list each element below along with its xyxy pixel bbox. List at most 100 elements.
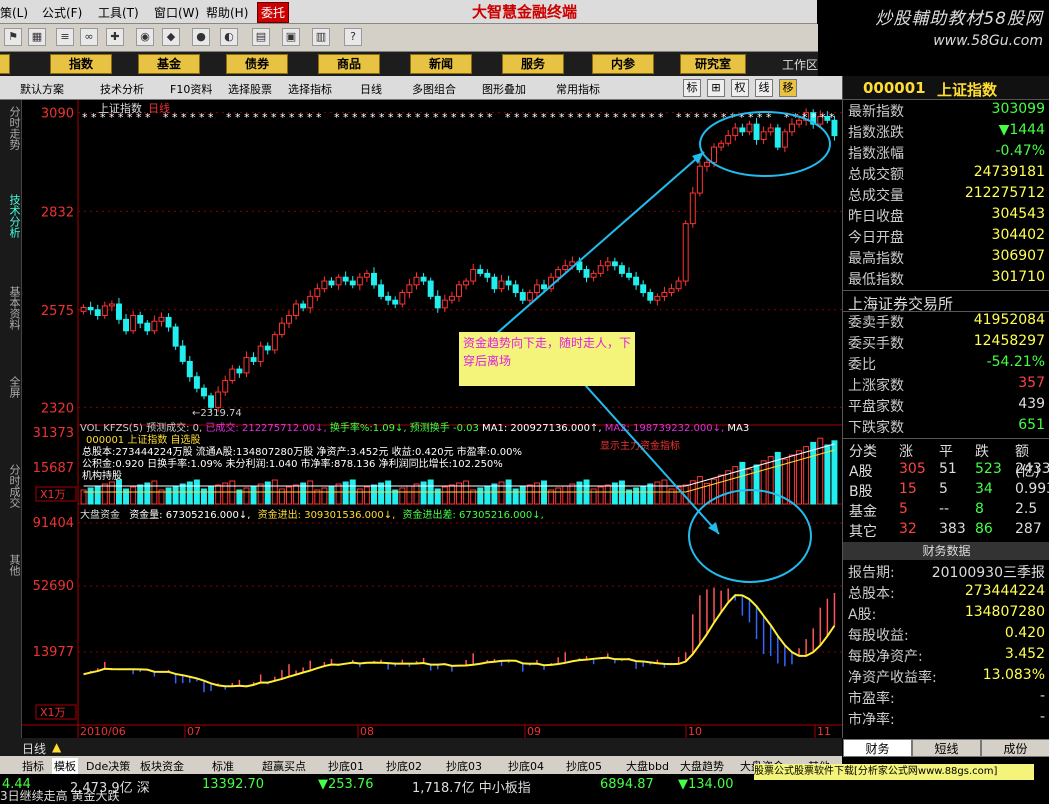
menu-item-help[interactable]: 帮助(H)	[206, 4, 248, 21]
rocket-icon[interactable]: ●	[192, 28, 210, 46]
chart-toolbar: 默认方案 技术分析 F10资料 选择股票 选择指标 日线 多图组合 图形叠加 常…	[0, 76, 842, 100]
warning-icon[interactable]: ◆	[162, 28, 180, 46]
volume-bar	[293, 484, 300, 505]
candle-body	[689, 192, 696, 225]
nav-research[interactable]: 研究室	[680, 54, 746, 74]
indicator-tab[interactable]: Dde决策	[86, 758, 130, 774]
candle-body	[661, 292, 668, 297]
nav-news[interactable]: 新闻	[410, 54, 472, 74]
menu-item-tools[interactable]: 工具(T)	[98, 4, 139, 21]
nav-service[interactable]: 服务	[502, 54, 564, 74]
candle-body	[668, 288, 675, 294]
grid-icon[interactable]: ▦	[28, 28, 46, 46]
indicator-tab[interactable]: 模板	[52, 758, 78, 774]
flag-icon[interactable]: ⚑	[4, 28, 22, 46]
panel-tab-1[interactable]: 短线	[912, 739, 981, 757]
tech-analysis-dropdown[interactable]: 技术分析	[100, 81, 144, 97]
tab-intraday[interactable]: 分时走势	[1, 106, 21, 150]
nav-fund[interactable]: 基金	[138, 54, 200, 74]
panel-tab-0[interactable]: 财务	[843, 739, 912, 757]
signal-marker: *	[397, 111, 403, 124]
ad-banner[interactable]: 股票公式股票软件下载[分析家公式网www.88gs.com]	[754, 764, 1034, 780]
print-icon[interactable]: ▤	[252, 28, 270, 46]
volume-bar	[477, 487, 484, 505]
menu-item-formula[interactable]: 公式(F)	[42, 4, 82, 21]
ticker-news[interactable]: 3日继续走高 黄金大跌	[0, 787, 119, 804]
candle-body	[243, 357, 250, 374]
indicator-tab[interactable]: 大盘bbd	[626, 758, 669, 774]
list-icon[interactable]: ≡	[56, 28, 74, 46]
indicator-tab[interactable]: 抄底01	[328, 758, 364, 774]
indicator-tab[interactable]: 指标	[22, 758, 44, 774]
signal-marker: *	[208, 111, 214, 124]
volume-bar	[760, 460, 767, 505]
volume-bar	[186, 481, 193, 505]
indicator-tab[interactable]: 抄底03	[446, 758, 482, 774]
period-up-icon[interactable]: ▲	[52, 740, 61, 754]
tab-technical[interactable]: 技术分析	[1, 194, 21, 238]
vol-unit: X1万	[40, 488, 66, 501]
fin-value: 20100930三季报	[931, 565, 1045, 581]
chart-area[interactable]: 3090 2832 2575 2320 31373 15687 91404 52690 1397…	[22, 100, 842, 738]
x-tick-label: 08	[360, 725, 374, 738]
overlay-dropdown[interactable]: 图形叠加	[482, 81, 526, 97]
candle-body	[675, 280, 682, 290]
switch-line[interactable]: 线	[755, 79, 773, 97]
f10-button[interactable]: F10资料	[170, 81, 212, 97]
daily-period-dropdown[interactable]: 日线	[360, 81, 382, 97]
multi-chart-dropdown[interactable]: 多图组合	[412, 81, 456, 97]
switch-grid[interactable]: ⊞	[707, 79, 725, 97]
binoculars-icon[interactable]: ∞	[80, 28, 98, 46]
fin-row: 每股收益: 0.420	[843, 625, 1049, 646]
candle-body	[682, 223, 689, 282]
tab-other[interactable]: 其他	[1, 554, 21, 576]
books-icon[interactable]: ▥	[312, 28, 330, 46]
fin-label: A股:	[848, 607, 877, 623]
menu-item-strategy[interactable]: 策(L)	[0, 4, 28, 21]
window-icon[interactable]: ▣	[282, 28, 300, 46]
globe-icon[interactable]: ◐	[220, 28, 238, 46]
quote-row: 指数涨跌 ▼1444	[843, 122, 1049, 143]
entrust-button[interactable]: 委托	[257, 2, 290, 23]
candle-body	[654, 295, 661, 301]
default-scheme-dropdown[interactable]: 默认方案	[20, 81, 64, 97]
fin-label: 每股净资产:	[848, 649, 923, 665]
switch-mark[interactable]: 标	[683, 79, 701, 97]
help-cursor-icon[interactable]: ?	[344, 28, 362, 46]
indicator-tab[interactable]: 抄底04	[508, 758, 544, 774]
breadth-cell: 51	[939, 461, 957, 477]
nav-insider[interactable]: 内参	[592, 54, 654, 74]
common-indicator-dropdown[interactable]: 常用指标	[556, 81, 600, 97]
select-indicator-button[interactable]: 选择指标	[288, 81, 332, 97]
nav-bond[interactable]: 债券	[226, 54, 288, 74]
candle-body	[257, 345, 264, 362]
tab-fullscreen[interactable]: 全屏	[1, 376, 21, 398]
nav-stock[interactable]: 股	[0, 54, 10, 74]
pin-icon[interactable]: ✚	[106, 28, 124, 46]
volume-bar	[739, 461, 746, 505]
select-stock-button[interactable]: 选择股票	[228, 81, 272, 97]
indicator-tab[interactable]: 抄底02	[386, 758, 422, 774]
volume-bar	[576, 481, 583, 505]
alarm-icon[interactable]: ◉	[136, 28, 154, 46]
volume-bar	[406, 485, 413, 505]
nav-index[interactable]: 指数	[50, 54, 112, 74]
volume-bar	[484, 485, 491, 505]
indicator-tab[interactable]: 标准	[212, 758, 234, 774]
workarea-label[interactable]: 工作区	[782, 56, 818, 73]
indicator-tab[interactable]: 板块资金	[140, 758, 184, 774]
switch-right[interactable]: 权	[731, 79, 749, 97]
nav-commodity[interactable]: 商品	[318, 54, 380, 74]
candle-body	[647, 292, 654, 301]
book-row: 委比 -54.21%	[843, 354, 1049, 375]
switch-move[interactable]: 移	[779, 79, 797, 97]
panel-tab-2[interactable]: 成份	[981, 739, 1049, 757]
indicator-tab[interactable]: 大盘趋势	[680, 758, 724, 774]
tab-tick-trade[interactable]: 分时成交	[1, 464, 21, 508]
indicator-tab[interactable]: 抄底05	[566, 758, 602, 774]
indicator-tab[interactable]: 超赢买点	[262, 758, 306, 774]
quote-value: 301710	[991, 269, 1045, 285]
menu-item-window[interactable]: 窗口(W)	[154, 4, 199, 21]
tab-fundamental[interactable]: 基本资料	[1, 286, 21, 330]
breadth-cell: A股	[849, 464, 873, 480]
